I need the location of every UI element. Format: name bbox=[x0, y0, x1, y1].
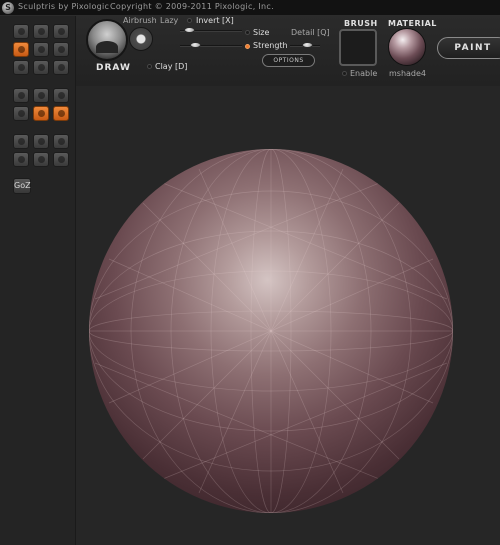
clay-toggle[interactable] bbox=[147, 64, 152, 69]
options-button[interactable]: OPTIONS bbox=[262, 54, 315, 67]
strength-label: Strength bbox=[253, 41, 288, 50]
pinch-icon[interactable] bbox=[33, 42, 49, 57]
move-icon[interactable] bbox=[53, 88, 69, 103]
inflate-icon[interactable] bbox=[13, 42, 29, 57]
copyright-text: Copyright © 2009-2011 Pixologic, Inc. bbox=[110, 2, 274, 11]
size-toggle[interactable] bbox=[245, 30, 250, 35]
rotate-icon[interactable] bbox=[13, 88, 29, 103]
invert-label: Invert [X] bbox=[196, 16, 234, 25]
brush-texture-slot[interactable] bbox=[339, 29, 377, 66]
airbrush-label: Airbrush bbox=[123, 16, 157, 25]
size-slider-knob[interactable] bbox=[190, 42, 201, 48]
material-preview-ball[interactable] bbox=[388, 28, 426, 66]
file-tools-group bbox=[13, 134, 69, 167]
app-title: Sculptris by Pixologic bbox=[18, 2, 110, 11]
tool-sidebar: GoZ bbox=[0, 16, 76, 545]
mirror-icon[interactable] bbox=[53, 106, 69, 121]
undo-icon[interactable] bbox=[33, 152, 49, 167]
lazy-slider-knob[interactable] bbox=[184, 27, 195, 33]
material-heading: MATERIAL bbox=[388, 19, 437, 28]
mask-icon[interactable] bbox=[53, 60, 69, 75]
sphere-wireframe bbox=[89, 149, 453, 513]
brush-toolbar: DRAW Airbrush Lazy Invert [X] Size Stren… bbox=[76, 16, 500, 86]
flatten-icon[interactable] bbox=[33, 24, 49, 39]
paint-button[interactable]: PAINT bbox=[437, 37, 500, 59]
grab-icon[interactable] bbox=[53, 42, 69, 57]
scale-icon[interactable] bbox=[33, 88, 49, 103]
brush-heading: BRUSH bbox=[344, 19, 378, 28]
wireframe-icon[interactable] bbox=[13, 106, 29, 121]
3d-viewport[interactable] bbox=[76, 86, 500, 545]
detail-slider-knob[interactable] bbox=[302, 42, 313, 48]
airbrush-toggle[interactable] bbox=[129, 27, 153, 51]
sculpt-sphere[interactable] bbox=[89, 149, 453, 513]
brush-enable-label: Enable bbox=[350, 69, 378, 78]
detail-label: Detail [Q] bbox=[291, 28, 330, 37]
crease-icon[interactable] bbox=[53, 24, 69, 39]
goz-button[interactable]: GoZ bbox=[13, 178, 31, 194]
sculptris-logo-icon: S bbox=[2, 2, 14, 14]
sculpt-tools-group bbox=[13, 24, 69, 75]
save-icon[interactable] bbox=[53, 134, 69, 149]
transform-tools-group bbox=[13, 88, 69, 121]
brush-enable-toggle[interactable] bbox=[342, 71, 347, 76]
symmetry-icon[interactable] bbox=[33, 106, 49, 121]
open-icon[interactable] bbox=[13, 152, 29, 167]
lazy-label: Lazy bbox=[160, 16, 179, 25]
reduce-icon[interactable] bbox=[33, 60, 49, 75]
material-preview-icon[interactable] bbox=[13, 134, 29, 149]
strength-toggle[interactable] bbox=[245, 44, 250, 49]
light-icon[interactable] bbox=[33, 134, 49, 149]
brush-preview-icon[interactable] bbox=[86, 19, 128, 61]
clay-label: Clay [D] bbox=[155, 62, 188, 71]
title-bar: S Sculptris by Pixologic Copyright © 200… bbox=[0, 0, 500, 16]
size-label: Size bbox=[253, 28, 270, 37]
material-name: mshade4 bbox=[389, 69, 427, 78]
draw-icon[interactable] bbox=[13, 24, 29, 39]
redo-icon[interactable] bbox=[53, 152, 69, 167]
active-brush-label: DRAW bbox=[96, 63, 131, 73]
smooth-icon[interactable] bbox=[13, 60, 29, 75]
invert-toggle[interactable] bbox=[187, 18, 192, 23]
